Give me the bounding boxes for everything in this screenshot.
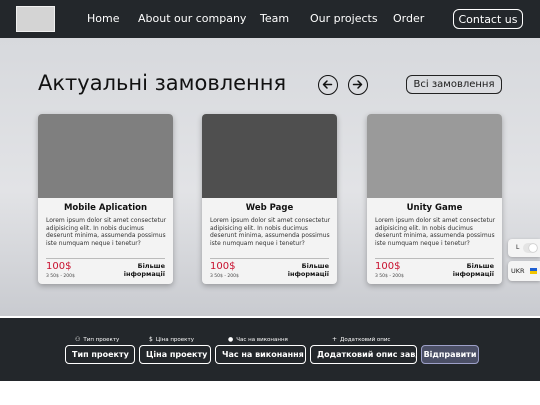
logo[interactable] <box>16 6 55 32</box>
contact-us-button[interactable]: Contact us <box>453 9 523 29</box>
ukraine-flag-icon <box>530 268 537 274</box>
theme-toggle[interactable]: L <box>508 239 540 257</box>
next-button[interactable] <box>348 75 368 95</box>
project-price-select[interactable]: Ціна проекту▼ <box>139 345 211 364</box>
more-info-link[interactable]: Більше інформації <box>450 262 494 278</box>
card-description: Lorem ipsum dolor sit amet consectetur a… <box>210 217 331 247</box>
card-title: Web Page <box>245 203 294 213</box>
card-description: Lorem ipsum dolor sit amet consectetur a… <box>375 217 496 247</box>
divider <box>210 258 329 259</box>
divider <box>46 258 165 259</box>
card-title: Mobile Aplication <box>63 203 148 213</box>
page-title: Актуальні замовлення <box>38 71 287 95</box>
project-type-icon: ⚇ <box>75 336 81 343</box>
card-price: 100$ <box>375 261 401 272</box>
caret-down-icon: ▼ <box>134 351 135 358</box>
nav-about[interactable]: About our company <box>138 12 246 25</box>
card-price-range: 3 50$ - 200$ <box>375 274 404 279</box>
card-image <box>367 114 502 198</box>
project-type-select[interactable]: Тип проекту▼ <box>65 345 135 364</box>
nav-home[interactable]: Home <box>87 12 119 25</box>
deadline-input[interactable]: Час на виконання <box>215 345 306 364</box>
nav-projects[interactable]: Our projects <box>310 12 378 25</box>
more-info-link[interactable]: Більше інформації <box>285 262 329 278</box>
additional-description-input[interactable]: Додатковий опис завдання <box>310 345 417 364</box>
nav-team[interactable]: Team <box>260 12 289 25</box>
nav-order[interactable]: Order <box>393 12 424 25</box>
theme-toggle-label: L <box>516 244 520 251</box>
order-card[interactable]: Mobile Aplication Lorem ipsum dolor sit … <box>38 114 173 284</box>
card-image <box>202 114 337 198</box>
field-label-time: ● Час на виконання <box>228 336 288 343</box>
divider <box>375 258 494 259</box>
field-label-description: + Додатковий опис <box>332 336 391 343</box>
card-description: Lorem ipsum dolor sit amet consectetur a… <box>46 217 167 247</box>
toggle-switch-icon <box>523 243 538 253</box>
field-label-price: $ Ціна проекту <box>149 336 194 343</box>
field-label-type: ⚇ Тип проекту <box>75 336 120 343</box>
more-info-link[interactable]: Більше інформації <box>121 262 165 278</box>
card-price-range: 3 50$ - 200$ <box>46 274 75 279</box>
arrow-left-icon <box>322 80 333 89</box>
order-card[interactable]: Web Page Lorem ipsum dolor sit amet cons… <box>202 114 337 284</box>
card-price-range: 3 50$ - 200$ <box>210 274 239 279</box>
order-card[interactable]: Unity Game Lorem ipsum dolor sit amet co… <box>367 114 502 284</box>
arrow-right-icon <box>352 80 363 89</box>
top-navbar: Home About our company Team Our projects… <box>0 0 540 38</box>
plus-icon: + <box>332 336 338 343</box>
all-orders-button[interactable]: Всі замовлення <box>406 75 502 94</box>
prev-button[interactable] <box>318 75 338 95</box>
dollar-icon: $ <box>149 336 153 343</box>
card-price: 100$ <box>46 261 72 272</box>
order-form: ⚇ Тип проекту $ Ціна проекту ● Час на ви… <box>0 318 540 381</box>
clock-icon: ● <box>228 336 234 343</box>
language-switch[interactable]: UKR <box>508 261 540 281</box>
language-label: UKR <box>511 267 525 275</box>
card-image <box>38 114 173 198</box>
card-title: Unity Game <box>406 203 463 213</box>
orders-section: Актуальні замовлення Всі замовлення Mobi… <box>0 38 540 316</box>
card-price: 100$ <box>210 261 236 272</box>
submit-button[interactable]: Відправити <box>421 345 479 364</box>
